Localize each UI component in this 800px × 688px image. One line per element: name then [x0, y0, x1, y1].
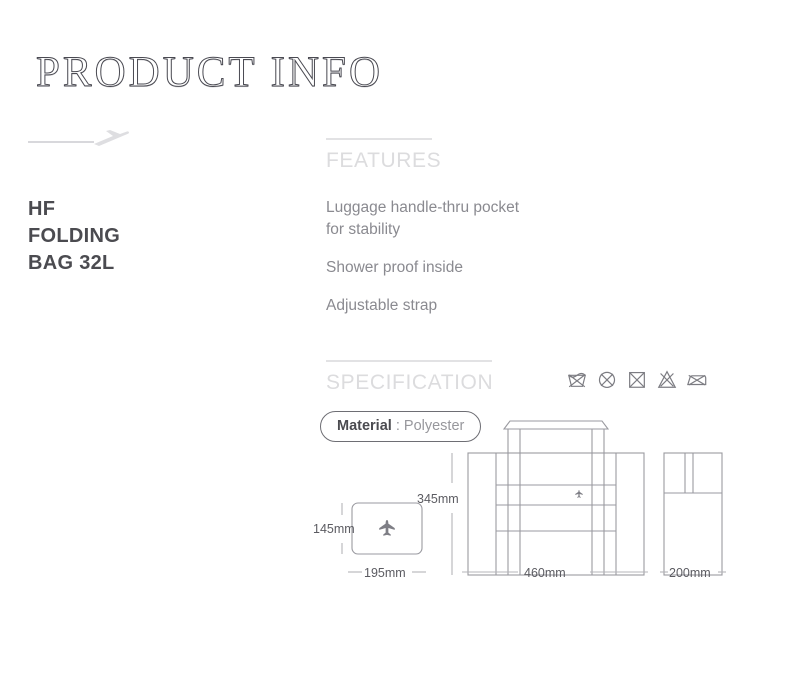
product-name-line-3: BAG 32L	[28, 252, 115, 274]
brand-logo	[28, 126, 138, 152]
do-not-bleach-icon	[657, 370, 677, 388]
product-name: HF FOLDING BAG 32L	[28, 196, 268, 277]
technical-drawings: 145mm 195mm 345mm 460mm 200mm	[300, 415, 770, 600]
material-value: : Polyester	[395, 418, 465, 434]
product-name-line-1: HF	[28, 198, 56, 220]
features-heading: FEATURES	[326, 149, 442, 172]
bag-depth-label: 200mm	[669, 566, 711, 580]
feature-item: Adjustable strap	[326, 297, 438, 314]
material-label: Material	[337, 418, 392, 434]
features-section: FEATURES Luggage handle-thru pocket for …	[326, 138, 556, 333]
do-not-tumble-dry-icon	[629, 371, 645, 388]
do-not-iron-icon	[687, 374, 707, 386]
folded-width-label: 195mm	[364, 566, 406, 580]
specification-divider	[326, 360, 492, 362]
side-view-drawing	[663, 452, 723, 576]
airplane-icon	[379, 519, 395, 536]
specification-heading: SPECIFICATION	[326, 371, 494, 394]
do-not-dry-clean-icon	[598, 371, 616, 389]
specification-section: SPECIFICATION	[326, 360, 526, 395]
features-list: Luggage handle-thru pocket for stability…	[326, 197, 556, 317]
product-name-line-2: FOLDING	[28, 225, 121, 247]
features-divider	[326, 138, 432, 140]
bag-height-label: 345mm	[417, 492, 459, 506]
feature-item: Shower proof inside	[326, 259, 463, 276]
bag-width-label: 460mm	[524, 566, 566, 580]
airplane-icon	[575, 490, 583, 498]
logo-underline	[28, 141, 94, 143]
brand-block: HF FOLDING BAG 32L	[28, 126, 268, 277]
main-bag-drawing	[467, 420, 645, 576]
folded-height-label: 145mm	[313, 522, 355, 536]
material-badge: Material : Polyester	[320, 411, 482, 442]
care-symbols-row	[566, 368, 708, 390]
airplane-takeoff-icon	[94, 130, 130, 146]
feature-item: Luggage handle-thru pocket for stability	[326, 199, 520, 238]
do-not-wash-icon	[567, 372, 587, 388]
page-title: PRODUCT INFO	[35, 49, 384, 97]
